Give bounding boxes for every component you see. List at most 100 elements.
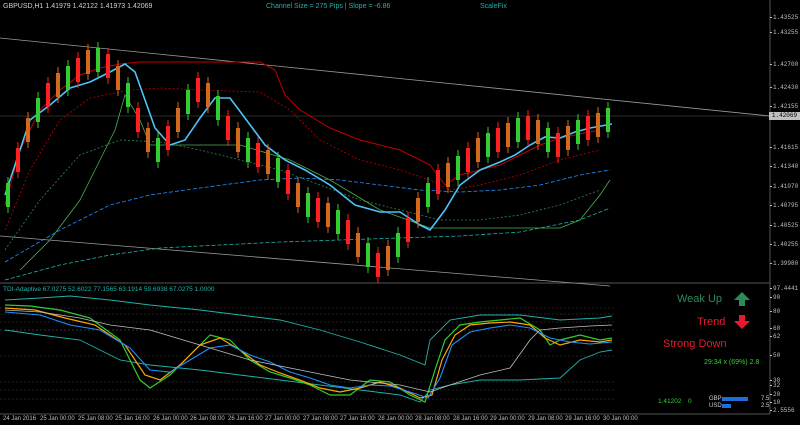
price-tick: 1.42430 [769,84,799,91]
arrow-down-icon [734,315,750,329]
strong-down-label: Strong Down [663,338,727,350]
indicator-label: TDI-Adaptive 67.0275 52.6022 77.1565 63.… [3,286,215,293]
candle-body [56,73,60,97]
candle-body [306,193,310,217]
ind-tick: 10 [769,399,781,406]
candle-body [406,218,410,242]
candle-body [506,123,510,147]
candle-body [586,116,590,140]
candle-body [536,120,540,144]
price-tick: 1.42700 [769,61,799,68]
channel-lower-line [0,235,611,287]
candle-body [166,126,170,150]
time-label: 29 Jan 00:00 [490,416,525,422]
candle-body [76,58,80,82]
usd-label: USD [709,403,722,409]
arrow-up-icon [734,292,750,306]
candle-body [216,96,220,120]
candle-body [376,253,380,277]
candle-body [126,83,130,107]
trend-label: Trend [697,316,726,328]
time-label: 26 Jan 00:00 [153,416,188,422]
candle-body [346,220,350,244]
time-label: 25 Jan 16:00 [115,416,150,422]
channel-info: Channel Size = 275 Pips | Slope = -6.86 [266,3,391,10]
candle-body [296,183,300,207]
candle-body [426,183,430,207]
tdi-rsi-line [4,304,613,403]
candle-body [266,150,270,174]
candle-body [106,54,110,78]
price-tick: 1.41070 [769,183,799,190]
time-label: 28 Jan 16:00 [453,416,488,422]
candle-body [336,210,340,234]
price-tick: 1.41340 [769,163,799,170]
chart-canvas[interactable] [0,0,800,425]
time-label: 29 Jan 08:00 [528,416,563,422]
candle-body [606,108,610,132]
price-axis[interactable]: 1.43525 1.43255 1.42700 1.42430 1.42155 … [769,0,800,285]
ind-tick: 68 [769,325,781,332]
candle-body [36,98,40,122]
candle-body [86,50,90,74]
candle-body [146,128,150,152]
small-price: 1.41202 [658,398,682,405]
weak-up-label: Weak Up [677,293,723,305]
candle-body [196,78,200,102]
time-label: 26 Jan 08:00 [190,416,225,422]
candle-body [556,133,560,157]
price-tick: 1.43525 [769,14,799,21]
time-label: 28 Jan 08:00 [415,416,450,422]
indicator-axis[interactable]: 97.4441 90 80 68 62 50 38 32 20 10 2.555… [769,285,800,415]
gbp-strength-bar [722,397,748,401]
candle-body [26,118,30,142]
ind-tick: 2.5556 [770,407,795,414]
candle-body [466,148,470,172]
time-label: 25 Jan 08:00 [78,416,113,422]
price-tick: 1.43255 [769,29,799,36]
candle-body [576,120,580,144]
candle-body [486,133,490,157]
usd-strength-bar [722,404,731,408]
candle-body [516,118,520,142]
usd-value: 2.5 [761,403,770,409]
time-label: 26 Jan 16:00 [228,416,263,422]
candle-body [46,83,50,107]
candle-body [356,233,360,257]
ind-tick: 20 [769,391,781,398]
candle-body [326,203,330,227]
time-label: 24 Jan 2016 [3,416,37,422]
ind-tick: 50 [769,352,781,359]
upper-band-dotted [4,87,601,231]
candle-body [366,243,370,267]
candle-body [136,108,140,132]
candle-body [476,138,480,162]
candle-body [286,170,290,194]
candle-body [96,48,100,72]
ind-tick: 80 [769,308,781,315]
candle-body [116,66,120,90]
time-label: 28 Jan 00:00 [378,416,413,422]
candle-body [66,66,70,90]
candle-body [176,108,180,132]
candle-body [596,113,600,137]
candle-body [546,128,550,152]
candle-body [16,148,20,172]
candle-body [6,183,10,207]
price-tick: 1.40255 [769,241,799,248]
channel-upper-line [0,37,771,117]
gbp-value: 7.5 [761,396,770,402]
timer-text: 29:34 x (69%) 2.8 [704,359,760,366]
lower-band-line [19,94,611,271]
chart-window[interactable]: GBPUSD,H1 1.41979 1.42122 1.41973 1.4206… [0,0,800,425]
price-tick: 1.40795 [769,202,799,209]
scale-fix-label[interactable]: ScaleFix [480,3,507,10]
current-price-label: 1.42069 [769,112,800,120]
candle-body [416,198,420,222]
candle-body [186,90,190,114]
tdi-upper-band [4,295,613,366]
candle-body [276,158,280,182]
price-tick: 1.40525 [769,222,799,229]
time-label: 27 Jan 08:00 [303,416,338,422]
price-tick: 1.41615 [769,144,799,151]
